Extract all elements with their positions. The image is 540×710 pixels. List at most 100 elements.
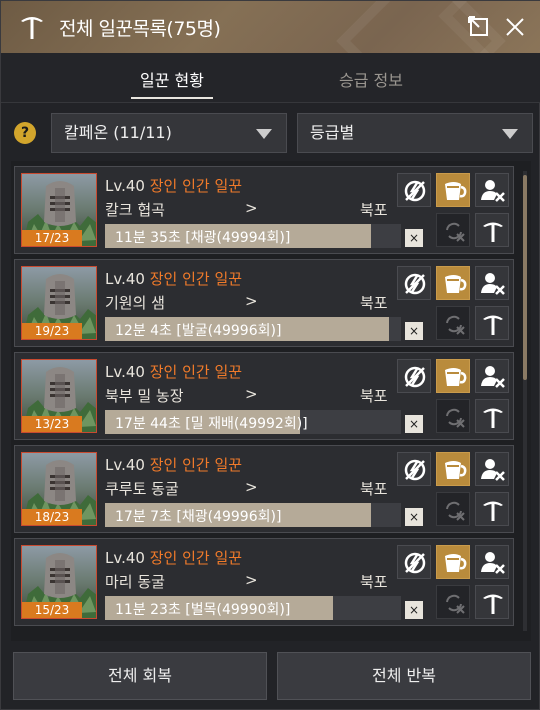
repeat-work-button[interactable]	[436, 492, 470, 526]
worker-portrait[interactable]: 19/23	[21, 266, 97, 340]
stop-work-button[interactable]	[397, 173, 431, 207]
repeat-all-button[interactable]: 전체 반복	[277, 652, 531, 700]
tab-worker-status[interactable]: 일꾼 현황	[131, 67, 213, 91]
worker-card: 13/23 Lv.40 장인 인간 일꾼 북부 밀 농장 > 북포 17분 44…	[14, 352, 514, 440]
no-stamina-icon	[404, 366, 426, 388]
feed-worker-button[interactable]	[436, 545, 470, 579]
stamina-badge: 19/23	[22, 323, 82, 339]
beer-icon	[445, 461, 467, 479]
repeat-icon	[446, 501, 465, 521]
worker-destination: 북포	[360, 387, 388, 405]
dismiss-worker-icon	[481, 366, 505, 388]
work-assign-button[interactable]	[475, 492, 509, 526]
scrollbar-thumb[interactable]	[523, 175, 527, 380]
work-assign-button[interactable]	[475, 213, 509, 247]
cancel-work-button[interactable]: ×	[405, 601, 423, 619]
tab-promotion-info[interactable]: 승급 정보	[321, 67, 421, 91]
worker-grade: 장인 인간 일꾼	[149, 549, 243, 567]
worker-location: 칼크 협곡	[105, 201, 165, 219]
worker-level-line: Lv.40 장인 인간 일꾼	[105, 454, 242, 475]
stop-work-button[interactable]	[397, 359, 431, 393]
stamina-badge: 13/23	[22, 416, 82, 432]
worker-level: Lv.40	[105, 549, 145, 567]
worker-destination: 북포	[360, 294, 388, 312]
worker-level: Lv.40	[105, 456, 145, 474]
stamina-badge: 15/23	[22, 602, 82, 618]
cancel-work-button[interactable]: ×	[405, 322, 423, 340]
help-icon[interactable]: ?	[14, 122, 36, 144]
no-stamina-icon	[404, 180, 426, 202]
worker-card: 17/23 Lv.40 장인 인간 일꾼 칼크 협곡 > 북포 11분 35초 …	[14, 166, 514, 254]
work-assign-button[interactable]	[475, 306, 509, 340]
worker-level-line: Lv.40 장인 인간 일꾼	[105, 175, 242, 196]
worker-level-line: Lv.40 장인 인간 일꾼	[105, 268, 242, 289]
work-progress-bar: 11분 23초 [벌목(49990회)]	[105, 596, 401, 620]
cancel-work-button[interactable]: ×	[405, 229, 423, 247]
stamina-badge: 18/23	[22, 509, 82, 525]
sort-select-value: 등급별	[310, 123, 355, 142]
stamina-badge: 17/23	[22, 230, 82, 246]
pickaxe-icon	[483, 222, 503, 242]
worker-portrait[interactable]: 15/23	[21, 545, 97, 619]
stop-work-button[interactable]	[397, 545, 431, 579]
dismiss-worker-button[interactable]	[475, 545, 509, 579]
repeat-work-button[interactable]	[436, 585, 470, 619]
worker-portrait[interactable]: 18/23	[21, 452, 97, 526]
worker-portrait[interactable]: 13/23	[21, 359, 97, 433]
worker-grade: 장인 인간 일꾼	[149, 456, 243, 474]
feed-worker-button[interactable]	[436, 452, 470, 486]
worker-location: 기원의 샘	[105, 294, 165, 312]
dismiss-worker-icon	[481, 180, 505, 202]
worker-list-window: 전체 일꾼목록(75명) 일꾼 현황 승급 정보 ? 칼페온 (11/11) 등…	[0, 0, 540, 710]
pickaxe-icon	[483, 594, 503, 614]
route-arrow: >	[245, 478, 258, 496]
worker-portrait[interactable]: 17/23	[21, 173, 97, 247]
cancel-work-button[interactable]: ×	[405, 415, 423, 433]
worker-level: Lv.40	[105, 270, 145, 288]
no-stamina-icon	[404, 552, 426, 574]
route-arrow: >	[245, 571, 258, 589]
beer-icon	[445, 554, 467, 572]
repeat-icon	[446, 408, 465, 428]
feed-worker-button[interactable]	[436, 173, 470, 207]
repeat-work-button[interactable]	[436, 399, 470, 433]
worker-destination: 북포	[360, 201, 388, 219]
tab-bar: 일꾼 현황 승급 정보	[1, 53, 540, 103]
window-title: 전체 일꾼목록(75명)	[59, 18, 221, 40]
active-tab-indicator	[131, 97, 213, 99]
route-arrow: >	[245, 292, 258, 310]
sort-select[interactable]: 등급별	[297, 113, 533, 153]
town-select[interactable]: 칼페온 (11/11)	[51, 113, 287, 153]
work-progress-bar: 17분 44초 [밀 재배(49992회)]	[105, 410, 401, 434]
close-icon[interactable]	[501, 13, 529, 41]
work-progress-text: 17분 44초 [밀 재배(49992회)]	[115, 416, 308, 432]
worker-location: 북부 밀 농장	[105, 387, 184, 405]
work-progress-bar: 12분 4초 [발굴(49996회)]	[105, 317, 401, 341]
work-assign-button[interactable]	[475, 399, 509, 433]
stop-work-button[interactable]	[397, 266, 431, 300]
work-progress-text: 17분 7초 [채광(49996회)]	[115, 509, 282, 525]
repeat-work-button[interactable]	[436, 306, 470, 340]
dismiss-worker-icon	[481, 552, 505, 574]
route-arrow: >	[245, 385, 258, 403]
work-progress-text: 11분 23초 [벌목(49990회)]	[115, 602, 291, 618]
cancel-work-button[interactable]: ×	[405, 508, 423, 526]
repeat-work-button[interactable]	[436, 213, 470, 247]
popout-icon[interactable]	[467, 15, 491, 39]
dismiss-worker-button[interactable]	[475, 359, 509, 393]
dismiss-worker-icon	[481, 273, 505, 295]
work-assign-button[interactable]	[475, 585, 509, 619]
stop-work-button[interactable]	[397, 452, 431, 486]
work-progress-bar: 11분 35초 [채광(49994회)]	[105, 224, 401, 248]
worker-level: Lv.40	[105, 363, 145, 381]
recover-all-button[interactable]: 전체 회복	[13, 652, 267, 700]
no-stamina-icon	[404, 273, 426, 295]
dismiss-worker-button[interactable]	[475, 266, 509, 300]
feed-worker-button[interactable]	[436, 266, 470, 300]
worker-card: 15/23 Lv.40 장인 인간 일꾼 마리 동굴 > 북포 11분 23초 …	[14, 538, 514, 626]
worker-grade: 장인 인간 일꾼	[149, 270, 243, 288]
work-progress-text: 11분 35초 [채광(49994회)]	[115, 230, 291, 246]
dismiss-worker-button[interactable]	[475, 173, 509, 207]
feed-worker-button[interactable]	[436, 359, 470, 393]
dismiss-worker-button[interactable]	[475, 452, 509, 486]
